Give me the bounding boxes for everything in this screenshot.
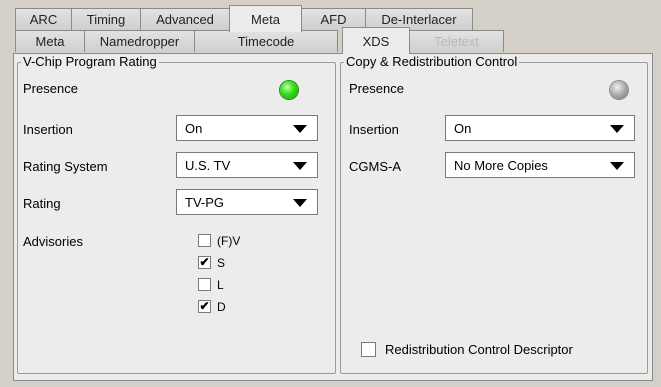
redistribution-control-checkbox[interactable]: [361, 342, 376, 357]
subtab-xds[interactable]: XDS: [342, 27, 410, 54]
advisory-fv-label: (F)V: [217, 234, 241, 248]
copy-redistribution-group: Copy & Redistribution Control Presence I…: [340, 54, 648, 374]
advisory-l-checkbox[interactable]: [198, 278, 211, 291]
advisory-d-label: D: [217, 300, 226, 314]
chevron-down-icon: [293, 125, 307, 133]
vchip-presence-label: Presence: [23, 81, 78, 96]
vchip-group: V-Chip Program Rating Presence Insertion…: [17, 54, 336, 374]
copy-insertion-select[interactable]: On: [445, 115, 635, 141]
copy-insertion-value: On: [454, 120, 472, 136]
advisory-s-checkbox[interactable]: ✔: [198, 256, 211, 269]
chevron-down-icon: [610, 162, 624, 170]
chevron-down-icon: [610, 125, 624, 133]
subtab-teletext: Teletext: [409, 30, 504, 52]
rating-system-select[interactable]: U.S. TV: [176, 152, 318, 178]
subtab-timecode[interactable]: Timecode: [194, 30, 338, 52]
rating-system-value: U.S. TV: [185, 157, 231, 173]
tab-meta[interactable]: Meta: [229, 5, 302, 32]
advisory-s-label: S: [217, 256, 226, 270]
xds-panel: V-Chip Program Rating Presence Insertion…: [13, 53, 653, 381]
advisory-l-label: L: [217, 278, 224, 292]
rating-label: Rating: [23, 196, 61, 211]
copy-group-title: Copy & Redistribution Control: [344, 54, 520, 69]
copy-presence-label: Presence: [349, 81, 404, 96]
tab-arc[interactable]: ARC: [15, 8, 72, 30]
vchip-insertion-value: On: [185, 120, 203, 136]
copy-presence-indicator-icon: [610, 81, 628, 99]
check-mark-icon: ✔: [199, 255, 210, 269]
subtab-meta[interactable]: Meta: [15, 30, 85, 52]
rating-select[interactable]: TV-PG: [176, 189, 318, 215]
advisories-label: Advisories: [23, 234, 83, 249]
cgms-a-select[interactable]: No More Copies: [445, 152, 635, 178]
cgms-a-label: CGMS-A: [349, 159, 401, 174]
rating-value: TV-PG: [185, 194, 225, 210]
chevron-down-icon: [293, 199, 307, 207]
redistribution-control-label: Redistribution Control Descriptor: [385, 342, 573, 357]
vchip-presence-indicator-icon: [280, 81, 298, 99]
chevron-down-icon: [293, 162, 307, 170]
tab-advanced[interactable]: Advanced: [140, 8, 230, 30]
advisory-d-checkbox[interactable]: ✔: [198, 300, 211, 313]
copy-insertion-label: Insertion: [349, 122, 399, 137]
rating-system-label: Rating System: [23, 159, 108, 174]
advisory-fv-checkbox[interactable]: [198, 234, 211, 247]
tab-timing[interactable]: Timing: [71, 8, 141, 30]
vchip-group-title: V-Chip Program Rating: [21, 54, 159, 69]
vchip-insertion-label: Insertion: [23, 122, 73, 137]
check-mark-icon: ✔: [199, 299, 210, 313]
vchip-insertion-select[interactable]: On: [176, 115, 318, 141]
subtab-namedropper[interactable]: Namedropper: [84, 30, 195, 52]
cgms-a-value: No More Copies: [454, 157, 548, 173]
